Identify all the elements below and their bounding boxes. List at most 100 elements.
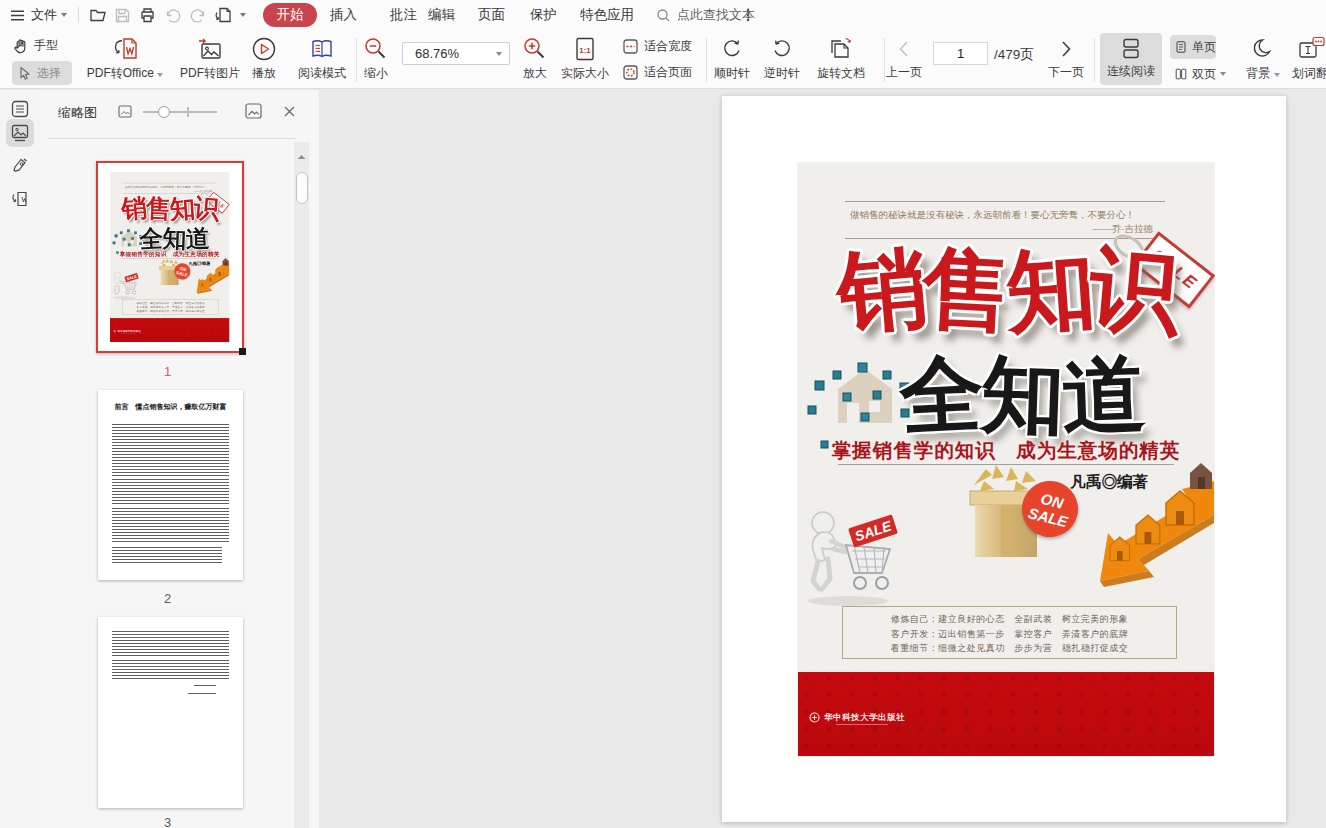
cover-subtitle: 掌握销售学的知识 成为生意场的精英 <box>110 251 229 259</box>
hamburger-menu-icon[interactable] <box>9 0 26 30</box>
annotation-panel-icon[interactable] <box>11 156 29 174</box>
page-number-input[interactable] <box>933 42 988 65</box>
tab-page[interactable]: 页面 <box>478 0 505 30</box>
cover-title-red: 销售知识 <box>110 195 229 222</box>
undo-icon[interactable] <box>164 0 182 30</box>
actual-size-icon: 1:1 <box>573 36 597 62</box>
chevron-right-icon <box>1057 39 1075 59</box>
document-area: 做销售的秘诀就是没有秘诀，永远朝前看！要心无旁骛，不要分心！ ——乔·吉拉德 S… <box>319 90 1326 828</box>
zoom-in-button[interactable]: 放大 <box>519 36 551 82</box>
cart-figure-illustration: SALE <box>110 269 142 300</box>
continuous-reading-button[interactable]: 连续阅读 <box>1100 33 1162 85</box>
double-page-icon <box>1175 66 1187 82</box>
thumbnail-item-2[interactable]: 前言 懂点销售知识，赚取亿万财富 <box>98 390 243 580</box>
background-button[interactable]: 背景 <box>1238 36 1288 82</box>
cover-title-black: 全知道 <box>798 351 1214 439</box>
panel-title: 缩略图 <box>58 104 97 122</box>
pdf-to-office-button[interactable]: ​PDF转Office <box>80 36 170 82</box>
cover-footer: 华中科技大学出版社 <box>798 672 1214 756</box>
select-tool-button[interactable]: 选择 <box>12 61 72 85</box>
search-box[interactable]: 点此查找文本 <box>656 0 755 30</box>
cover-author: 凡禹◎编著 <box>1071 472 1149 493</box>
hand-tool-button[interactable]: 手型 <box>12 37 58 54</box>
thumbnail-page-number: 2 <box>40 591 295 606</box>
rotate-document-button[interactable]: 旋转文档 <box>810 36 872 82</box>
tab-special-apps[interactable]: 特色应用 <box>580 0 634 30</box>
fit-page-button[interactable]: 适合页面 <box>622 64 692 81</box>
search-icon <box>656 8 671 23</box>
thumb2-title: 前言 懂点销售知识，赚取亿万财富 <box>110 402 231 411</box>
tab-start[interactable]: 开始 <box>263 3 317 27</box>
rotate-doc-icon <box>827 36 855 62</box>
hand-icon <box>12 37 29 54</box>
prev-page-button[interactable]: 上一页 <box>886 39 922 81</box>
thumbnail-small-icon <box>118 105 132 118</box>
tab-protect[interactable]: 保护 <box>530 0 557 30</box>
continuous-reading-icon <box>1119 38 1143 60</box>
reading-mode-button[interactable]: 阅读模式 <box>294 36 350 82</box>
panel-scrollbar[interactable] <box>294 142 309 828</box>
cover-bullets: 修炼自己：建立良好的心态 全副武装 树立完美的形象 客户开发：迈出销售第一步 掌… <box>123 299 219 314</box>
more-options-icon[interactable] <box>746 0 750 30</box>
pdf-to-image-icon <box>197 36 223 62</box>
book-cover: 做销售的秘诀就是没有秘诀，永远朝前看！要心无旁骛，不要分心！ ——乔·吉拉德 S… <box>798 163 1214 756</box>
thumbnail-item-3[interactable] <box>98 617 243 808</box>
background-moon-icon <box>1251 36 1276 62</box>
redo-icon[interactable] <box>189 0 207 30</box>
thumbnail-panel-icon[interactable] <box>11 124 29 142</box>
thumbnail-item-1[interactable]: 做销售的秘诀就是没有秘诀，永远朝前看！要心无旁骛，不要分心！ ——乔·吉拉德 S… <box>96 161 244 353</box>
zoom-level-combobox[interactable]: 68.76% <box>402 42 510 65</box>
thumbnail-size-slider[interactable] <box>143 111 217 113</box>
cover-quote: 做销售的秘诀就是没有秘诀，永远朝前看！要心无旁骛，不要分心！ <box>850 209 1180 222</box>
single-page-button[interactable]: 单页 <box>1170 35 1216 59</box>
rotate-cw-icon <box>719 36 745 62</box>
thumbnail-panel: 缩略图 做销售的秘诀就是没有秘诀，永远朝前看！要心无旁骛，不要分心！ ——乔·吉… <box>40 90 319 828</box>
file-menu[interactable]: 文件 <box>31 0 67 30</box>
close-panel-icon[interactable] <box>283 105 296 118</box>
tab-insert[interactable]: 插入 <box>330 0 357 30</box>
menu-bar: 文件 开始 插入 批注 编辑 页面 保护 特色应用 点此查找文本 <box>0 0 1326 30</box>
open-file-icon[interactable] <box>89 0 108 30</box>
thumbnail-page-number: 3 <box>40 815 295 828</box>
fit-width-icon <box>622 38 639 55</box>
publisher-name: 华中科技大学出版社 <box>824 712 905 724</box>
play-button[interactable]: 播放 <box>246 36 282 82</box>
export-panel-icon[interactable] <box>11 190 29 208</box>
reading-mode-icon <box>308 36 336 62</box>
next-page-button[interactable]: 下一页 <box>1048 39 1084 81</box>
cart-figure-illustration: SALE <box>798 501 908 609</box>
export-doc-icon[interactable] <box>214 0 234 30</box>
thumbnail-page-number: 1 <box>40 364 295 379</box>
tab-annotate[interactable]: 批注 <box>390 0 417 30</box>
translate-button[interactable]: 划词翻译 <box>1292 36 1326 82</box>
single-page-icon <box>1175 39 1187 55</box>
fit-width-button[interactable]: 适合宽度 <box>622 38 692 55</box>
zoom-in-icon <box>522 36 548 62</box>
scroll-up-icon[interactable] <box>297 154 306 160</box>
zoom-out-icon <box>363 36 389 62</box>
rotate-clockwise-button[interactable]: 顺时针 <box>710 36 754 82</box>
cover-bullets: 修炼自己：建立良好的心态 全副武装 树立完美的形象 客户开发：迈出销售第一步 掌… <box>842 606 1177 659</box>
save-icon[interactable] <box>114 0 131 30</box>
play-icon <box>251 36 277 62</box>
pdf-to-image-button[interactable]: PDF转图片 <box>176 36 244 82</box>
quickbar-chevron-icon[interactable] <box>240 0 246 30</box>
cursor-icon <box>16 65 32 81</box>
sidebar-icon-strip <box>0 90 40 828</box>
actual-size-button[interactable]: 1:1 实际大小 <box>558 36 612 82</box>
double-page-button[interactable]: 双页 <box>1170 62 1226 86</box>
thumbnail-resize-handle[interactable] <box>239 348 246 355</box>
rotate-ccw-icon <box>769 36 795 62</box>
outline-panel-icon[interactable] <box>11 100 29 118</box>
pdf-page[interactable]: 做销售的秘诀就是没有秘诀，永远朝前看！要心无旁骛，不要分心！ ——乔·吉拉德 S… <box>722 96 1286 822</box>
scrollbar-thumb[interactable] <box>296 172 308 204</box>
cover-author: 凡禹◎编著 <box>188 261 210 267</box>
publisher-logo <box>113 330 116 333</box>
tab-edit[interactable]: 编辑 <box>428 0 455 30</box>
print-icon[interactable] <box>139 0 156 30</box>
publisher-logo <box>809 712 820 723</box>
zoom-out-button[interactable]: 缩小 <box>360 36 392 82</box>
rotate-counterclockwise-button[interactable]: 逆时针 <box>760 36 804 82</box>
slider-handle[interactable] <box>158 106 170 118</box>
pdf-to-office-icon <box>112 36 139 62</box>
